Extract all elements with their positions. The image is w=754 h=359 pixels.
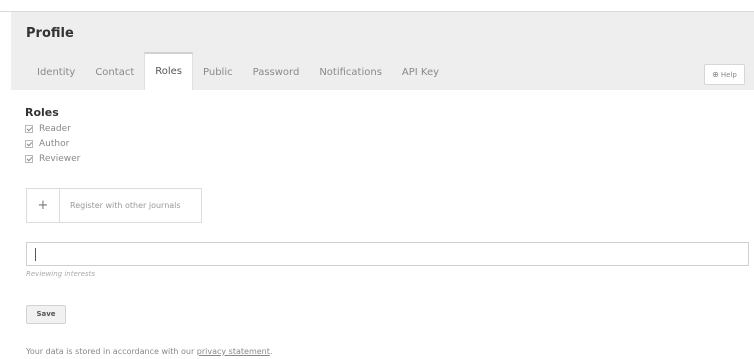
register-other-journals-button[interactable]: + Register with other journals <box>26 188 202 223</box>
reviewing-interests-input[interactable] <box>26 242 749 266</box>
role-reader[interactable]: Reader <box>25 124 71 134</box>
author-checkbox[interactable] <box>25 140 33 148</box>
page-title: Profile <box>26 26 74 41</box>
help-label: Help <box>720 71 737 79</box>
register-label: Register with other journals <box>70 201 181 210</box>
help-icon: ⊕ <box>712 70 719 79</box>
privacy-statement-link[interactable]: privacy statement <box>197 347 270 356</box>
profile-header: Profile Identity Contact Roles Public Pa… <box>11 12 754 90</box>
reviewer-checkbox[interactable] <box>25 155 33 163</box>
role-reviewer[interactable]: Reviewer <box>25 154 80 164</box>
plus-icon: + <box>27 189 60 222</box>
privacy-notice: Your data is stored in accordance with o… <box>26 347 273 356</box>
role-author[interactable]: Author <box>25 139 69 149</box>
role-label: Reviewer <box>39 154 81 164</box>
role-label: Reader <box>39 124 71 134</box>
tab-contact[interactable]: Contact <box>85 58 144 90</box>
top-bar <box>0 0 754 12</box>
tab-api-key[interactable]: API Key <box>392 58 449 90</box>
reviewing-interests-label: Reviewing interests <box>26 270 95 278</box>
tab-notifications[interactable]: Notifications <box>309 58 392 90</box>
role-label: Author <box>39 139 70 149</box>
tab-identity[interactable]: Identity <box>27 58 85 90</box>
reader-checkbox[interactable] <box>25 125 33 133</box>
save-button[interactable]: Save <box>26 305 66 324</box>
tab-roles[interactable]: Roles <box>144 52 193 90</box>
tab-public[interactable]: Public <box>193 58 243 90</box>
profile-tabs: Identity Contact Roles Public Password N… <box>27 52 449 90</box>
text-cursor <box>35 248 36 261</box>
tab-password[interactable]: Password <box>243 58 310 90</box>
roles-heading: Roles <box>25 106 59 119</box>
help-button[interactable]: ⊕ Help <box>704 64 745 85</box>
